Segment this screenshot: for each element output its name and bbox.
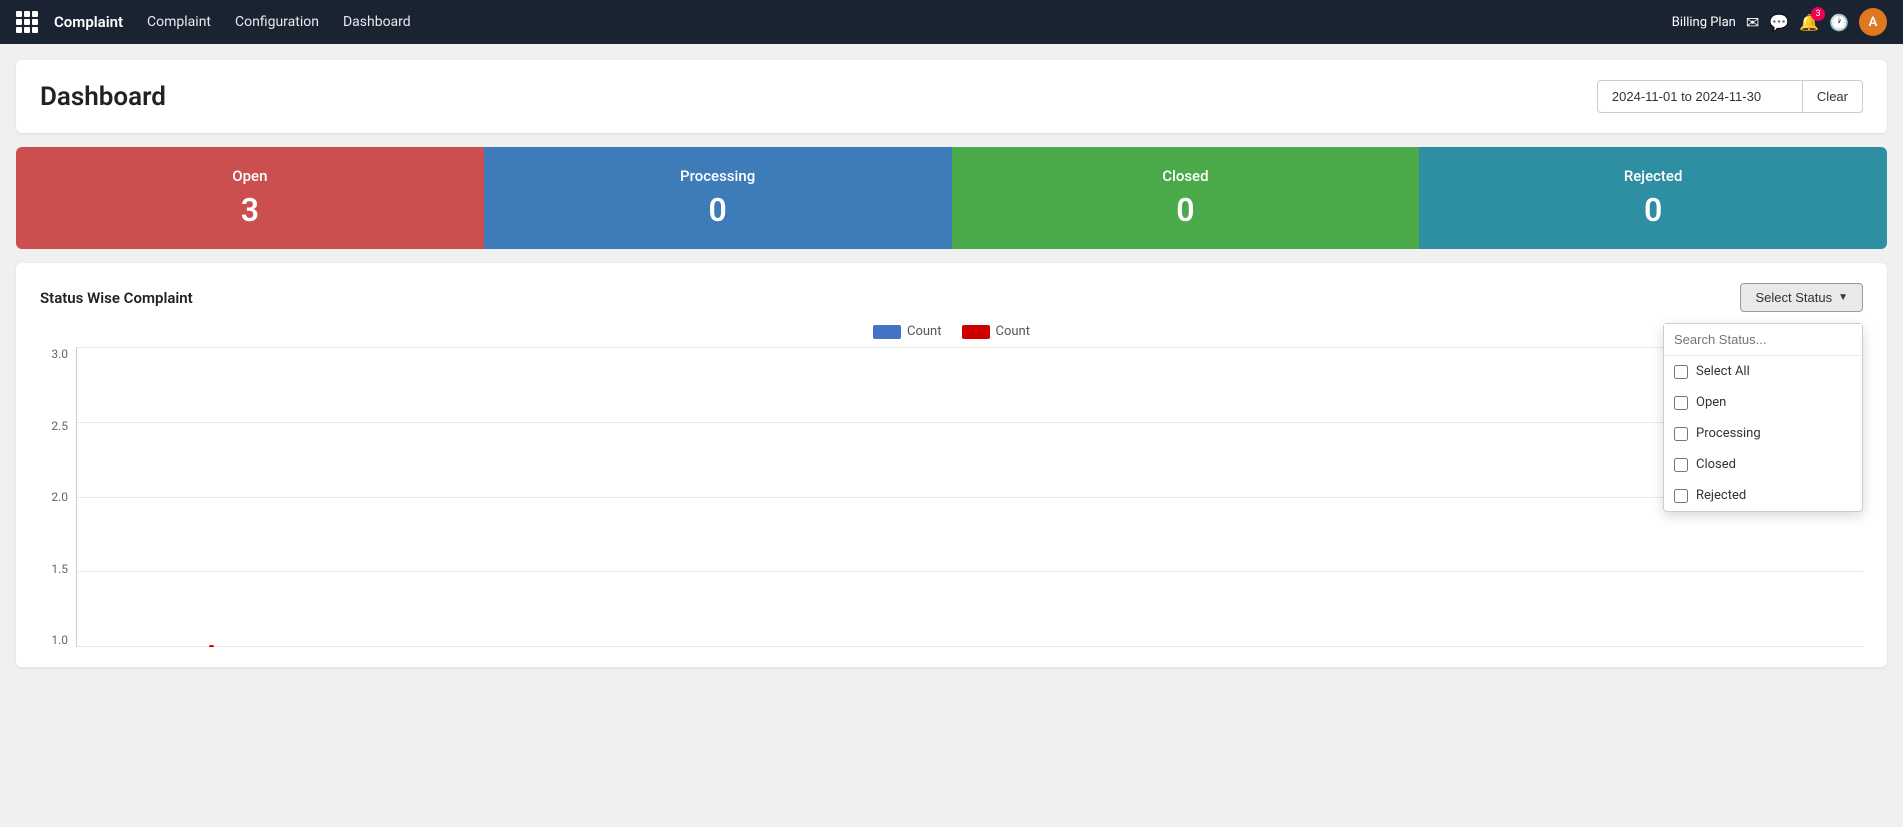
dropdown-item-open[interactable]: Open — [1664, 387, 1862, 418]
chart-wrapper: 3.0 2.5 2.0 1.5 1.0 — [40, 347, 1863, 647]
stat-processing-value: 0 — [708, 191, 726, 229]
topnav-right: Billing Plan ✉ 💬 🔔 3 🕐 A — [1672, 8, 1887, 36]
dropdown-item-closed[interactable]: Closed — [1664, 449, 1862, 480]
stat-card-closed[interactable]: Closed 0 — [952, 147, 1420, 249]
notification-badge: 3 — [1811, 7, 1825, 21]
stat-card-processing[interactable]: Processing 0 — [484, 147, 952, 249]
dropdown-item-processing-label: Processing — [1696, 426, 1761, 441]
chart-header: Status Wise Complaint Select Status ▼ — [40, 283, 1863, 312]
nav-links: Complaint Configuration Dashboard — [147, 14, 1664, 30]
bar-open-red — [209, 645, 214, 647]
nav-complaint[interactable]: Complaint — [147, 14, 211, 30]
status-dropdown: Select All Open Processing Closed Reject… — [1663, 323, 1863, 512]
clock-icon[interactable]: 🕐 — [1829, 13, 1849, 32]
stat-processing-label: Processing — [680, 167, 755, 185]
stat-closed-value: 0 — [1176, 191, 1194, 229]
y-label-2: 2.0 — [40, 490, 68, 504]
stat-closed-label: Closed — [1162, 167, 1208, 185]
stat-rejected-label: Rejected — [1624, 167, 1683, 185]
dropdown-item-select-all[interactable]: Select All — [1664, 356, 1862, 387]
y-label-1_5: 1.5 — [40, 562, 68, 576]
billing-plan-label: Billing Plan — [1672, 15, 1736, 30]
dropdown-item-open-label: Open — [1696, 395, 1726, 410]
bar-group-open — [107, 645, 214, 647]
dropdown-item-select-all-label: Select All — [1696, 364, 1750, 379]
stat-card-rejected[interactable]: Rejected 0 — [1419, 147, 1887, 249]
y-label-3: 3.0 — [40, 347, 68, 361]
clear-button[interactable]: Clear — [1802, 80, 1863, 113]
select-status-label: Select Status — [1755, 290, 1832, 305]
grid-icon[interactable] — [16, 11, 38, 33]
y-axis: 3.0 2.5 2.0 1.5 1.0 — [40, 347, 76, 647]
chart-inner — [76, 347, 1863, 647]
checkbox-closed[interactable] — [1674, 458, 1688, 472]
checkbox-rejected[interactable] — [1674, 489, 1688, 503]
app-brand[interactable]: Complaint — [54, 13, 123, 31]
legend-item-red: Count — [962, 324, 1030, 339]
dropdown-item-rejected-label: Rejected — [1696, 488, 1746, 503]
y-label-2_5: 2.5 — [40, 419, 68, 433]
y-label-1: 1.0 — [40, 633, 68, 647]
chart-title: Status Wise Complaint — [40, 289, 193, 307]
dropdown-search-input[interactable] — [1664, 324, 1862, 356]
chevron-down-icon: ▼ — [1838, 292, 1848, 303]
date-range-input[interactable] — [1597, 80, 1802, 113]
stat-rejected-value: 0 — [1644, 191, 1662, 229]
topnav: Complaint Complaint Configuration Dashbo… — [0, 0, 1903, 44]
page-title: Dashboard — [40, 82, 166, 112]
legend-blue-box — [873, 325, 901, 339]
checkbox-open[interactable] — [1674, 396, 1688, 410]
nav-dashboard[interactable]: Dashboard — [343, 14, 411, 30]
bars-container — [77, 347, 1863, 647]
chart-legend: Count Count — [40, 324, 1863, 339]
stat-open-value: 3 — [241, 191, 259, 229]
dropdown-item-processing[interactable]: Processing — [1664, 418, 1862, 449]
dropdown-item-rejected[interactable]: Rejected — [1664, 480, 1862, 511]
stat-open-label: Open — [232, 167, 267, 185]
legend-item-blue: Count — [873, 324, 941, 339]
legend-red-label: Count — [996, 324, 1030, 339]
nav-configuration[interactable]: Configuration — [235, 14, 319, 30]
select-status-button[interactable]: Select Status ▼ — [1740, 283, 1863, 312]
dropdown-item-closed-label: Closed — [1696, 457, 1736, 472]
checkbox-processing[interactable] — [1674, 427, 1688, 441]
date-range-container: Clear — [1597, 80, 1863, 113]
checkbox-select-all[interactable] — [1674, 365, 1688, 379]
stat-card-open[interactable]: Open 3 — [16, 147, 484, 249]
chart-card: Status Wise Complaint Select Status ▼ Se… — [16, 263, 1887, 667]
main-content: Dashboard Clear Open 3 Processing 0 Clos… — [0, 44, 1903, 683]
legend-red-box — [962, 325, 990, 339]
notification-icon[interactable]: 🔔 3 — [1799, 13, 1819, 32]
dashboard-header-card: Dashboard Clear — [16, 60, 1887, 133]
whatsapp-icon[interactable]: 💬 — [1769, 13, 1789, 32]
stat-cards: Open 3 Processing 0 Closed 0 Rejected 0 — [16, 147, 1887, 249]
email-icon[interactable]: ✉ — [1746, 13, 1759, 32]
user-avatar[interactable]: A — [1859, 8, 1887, 36]
legend-blue-label: Count — [907, 324, 941, 339]
